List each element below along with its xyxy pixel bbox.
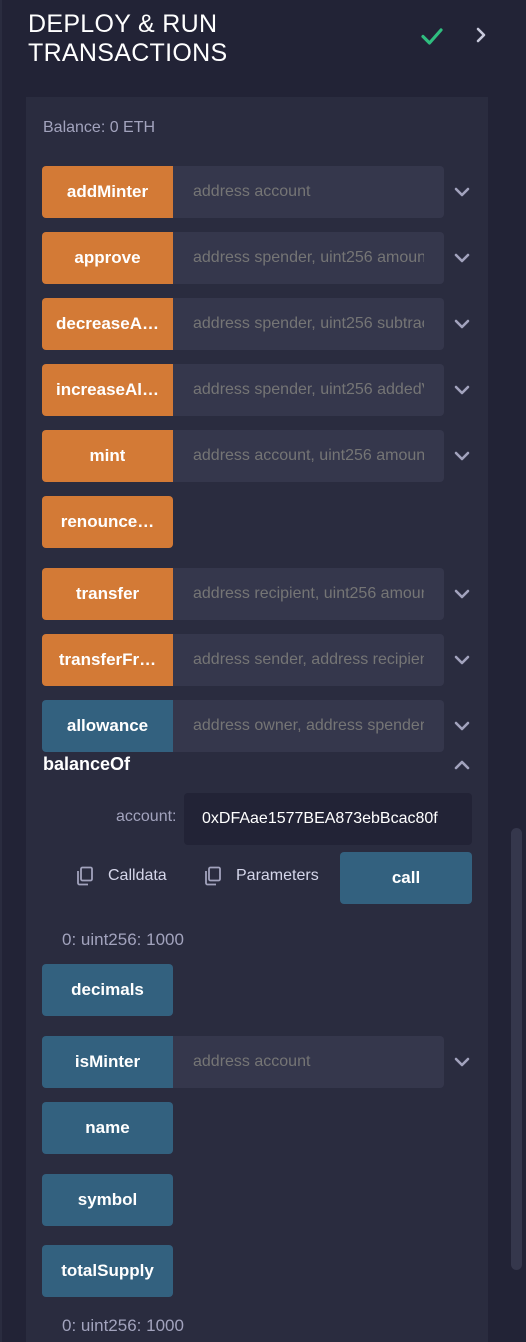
totalsupply-result: 0: uint256: 1000 [62, 1316, 184, 1335]
approve-button[interactable]: approve [42, 232, 173, 284]
function-row-isminter: isMinter [42, 1036, 482, 1088]
chevron-down-icon[interactable] [453, 448, 471, 464]
increaseallowance-label: increaseAl… [56, 380, 159, 399]
isminter-label: isMinter [74, 1052, 141, 1071]
decreaseallowance-label: decreaseA… [55, 314, 159, 333]
copy-calldata-button[interactable]: Calldata [76, 866, 167, 886]
approve-label: approve [74, 248, 141, 267]
symbol-label: symbol [77, 1190, 138, 1209]
addminter-label: addMinter [66, 182, 149, 201]
chevron-right-icon[interactable] [472, 26, 490, 44]
page-title: DEPLOY & RUN TRANSACTIONS [28, 10, 328, 68]
symbol-button[interactable]: symbol [42, 1174, 173, 1226]
account-param-label: account: [116, 808, 177, 825]
transfer-label: transfer [75, 584, 140, 603]
chevron-up-icon[interactable] [453, 757, 471, 773]
transfer-button[interactable]: transfer [42, 568, 173, 620]
copy-icon [205, 866, 221, 886]
function-row-approve: approve [42, 232, 482, 284]
transferfrom-button[interactable]: transferFr… [42, 634, 173, 686]
transferfrom-label: transferFr… [58, 650, 157, 669]
balance-text: Balance: 0 ETH [43, 119, 156, 136]
plugin-header: DEPLOY & RUN TRANSACTIONS [0, 0, 526, 88]
increaseallowance-button[interactable]: increaseAl… [42, 364, 173, 416]
calldata-label: Calldata [108, 867, 167, 884]
totalsupply-button[interactable]: totalSupply [42, 1245, 173, 1297]
decimals-button[interactable]: decimals [42, 964, 173, 1016]
function-row-decreaseallowance: decreaseA… [42, 298, 482, 350]
panel-left-border [0, 0, 2, 1342]
chevron-down-icon[interactable] [453, 316, 471, 332]
transferfrom-input[interactable] [173, 634, 444, 686]
page-title-line-1: DEPLOY & RUN [28, 10, 218, 38]
scrollbar-thumb[interactable] [511, 828, 522, 1270]
renounceminter-label: renounce… [60, 512, 155, 531]
account-param-input[interactable]: 0xDFAae1577BEA873ebBcac80f [184, 793, 472, 845]
copy-parameters-button[interactable]: Parameters [204, 866, 319, 886]
approve-input[interactable] [173, 232, 444, 284]
function-row-decimals: decimals [42, 964, 482, 1016]
addminter-input[interactable] [173, 166, 444, 218]
balanceof-result: 0: uint256: 1000 [62, 930, 184, 949]
chevron-down-icon[interactable] [453, 586, 471, 602]
chevron-down-icon[interactable] [453, 184, 471, 200]
call-button[interactable]: call [340, 852, 472, 904]
function-row-totalsupply: totalSupply [42, 1245, 482, 1297]
chevron-down-icon[interactable] [453, 1054, 471, 1070]
totalsupply-label: totalSupply [61, 1261, 154, 1280]
transfer-input[interactable] [173, 568, 444, 620]
mint-input[interactable] [173, 430, 444, 482]
allowance-input[interactable] [173, 700, 444, 752]
isminter-input[interactable] [173, 1036, 444, 1088]
function-row-increaseallowance: increaseAl… [42, 364, 482, 416]
function-row-allowance: allowance [42, 700, 482, 752]
chevron-down-icon[interactable] [453, 382, 471, 398]
decreaseallowance-button[interactable]: decreaseA… [42, 298, 173, 350]
chevron-down-icon[interactable] [453, 250, 471, 266]
page-title-line-2: TRANSACTIONS [28, 39, 228, 67]
function-row-mint: mint [42, 430, 482, 482]
function-row-transfer: transfer [42, 568, 482, 620]
function-row-addminter: addMinter [42, 166, 482, 218]
function-row-name: name [42, 1102, 482, 1154]
parameters-label: Parameters [236, 867, 319, 884]
function-row-transferfrom: transferFr… [42, 634, 482, 686]
chevron-down-icon[interactable] [453, 718, 471, 734]
allowance-label: allowance [66, 716, 149, 735]
addminter-button[interactable]: addMinter [42, 166, 173, 218]
decimals-label: decimals [71, 980, 144, 999]
name-label: name [85, 1118, 130, 1137]
copy-icon [77, 866, 93, 886]
decreaseallowance-input[interactable] [173, 298, 444, 350]
allowance-button[interactable]: allowance [42, 700, 173, 752]
name-button[interactable]: name [42, 1102, 173, 1154]
isminter-button[interactable]: isMinter [42, 1036, 173, 1088]
function-row-renounceminter: renounce… [42, 496, 482, 548]
chevron-down-icon[interactable] [453, 652, 471, 668]
function-row-symbol: symbol [42, 1174, 482, 1226]
mint-label: mint [89, 446, 126, 465]
check-icon [421, 28, 443, 45]
renounceminter-button[interactable]: renounce… [42, 496, 173, 548]
mint-button[interactable]: mint [42, 430, 173, 482]
balanceof-title: balanceOf [43, 754, 131, 774]
increaseallowance-input[interactable] [173, 364, 444, 416]
